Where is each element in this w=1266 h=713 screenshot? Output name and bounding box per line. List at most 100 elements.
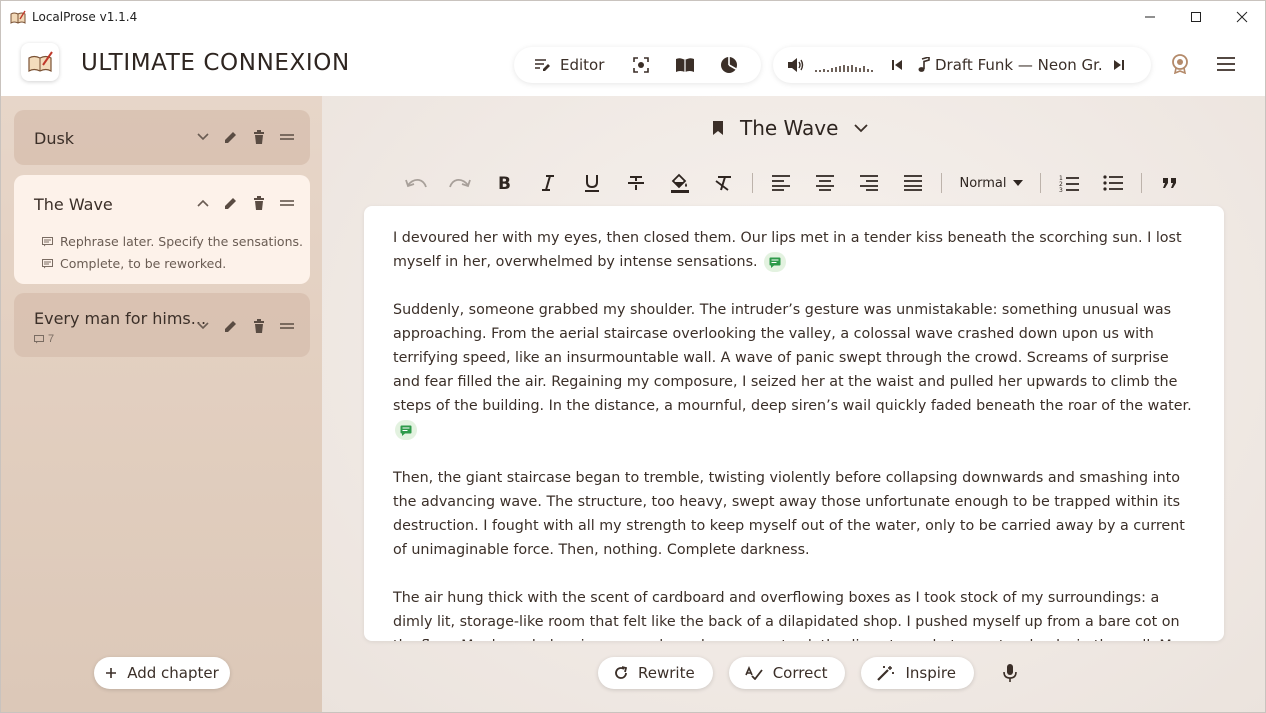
- minimize-button[interactable]: [1127, 1, 1173, 32]
- expand-chapter-button[interactable]: [194, 317, 212, 335]
- volume-button[interactable]: [787, 48, 805, 82]
- ordered-list-button[interactable]: 123: [1047, 168, 1091, 198]
- bold-icon: B: [498, 175, 511, 191]
- chevron-down-icon: [197, 133, 209, 141]
- close-button[interactable]: [1219, 1, 1265, 32]
- project-logo[interactable]: [21, 43, 59, 81]
- editor-view-label: Editor: [560, 56, 605, 74]
- comment-count-value: 7: [48, 333, 55, 345]
- rewrite-button[interactable]: Rewrite: [598, 657, 713, 689]
- collapse-chapter-button[interactable]: [194, 194, 212, 212]
- refresh-icon: [615, 666, 628, 679]
- window-title: LocalProse v1.1.4: [32, 9, 138, 24]
- paragraph[interactable]: Suddenly, someone grabbed my shoulder. T…: [393, 298, 1198, 442]
- delete-chapter-button[interactable]: [250, 317, 268, 335]
- comment-icon: [34, 334, 44, 343]
- paragraph[interactable]: I devoured her with my eyes, then closed…: [393, 226, 1198, 274]
- chevron-up-icon: [197, 199, 209, 207]
- chapter-note[interactable]: Complete, to be reworked.: [42, 256, 226, 271]
- underline-icon: [585, 175, 599, 192]
- edit-chapter-button[interactable]: [222, 128, 240, 146]
- bold-button[interactable]: B: [482, 168, 526, 198]
- magic-wand-icon: [877, 666, 895, 681]
- align-justify-button[interactable]: [891, 168, 935, 198]
- chapter-item-every-man[interactable]: Every man for hims... 7: [14, 293, 310, 357]
- add-chapter-label: Add chapter: [127, 664, 219, 682]
- chapter-item-the-wave[interactable]: The Wave Rephrase later. Specify the sen…: [14, 175, 310, 284]
- expand-chapter-button[interactable]: [194, 128, 212, 146]
- clear-format-icon: [715, 176, 731, 191]
- drag-handle[interactable]: [278, 194, 296, 212]
- chapter-title: The Wave: [34, 195, 113, 214]
- drag-handle[interactable]: [278, 128, 296, 146]
- quote-icon: [1163, 178, 1176, 188]
- chapter-sidebar: Dusk The Wave Rephrase later. Specify th…: [1, 96, 322, 712]
- title-bar: LocalProse v1.1.4: [1, 1, 1265, 32]
- delete-chapter-button[interactable]: [250, 128, 268, 146]
- clear-formatting-button[interactable]: [702, 168, 746, 198]
- editor-view-button[interactable]: Editor: [534, 47, 624, 83]
- bookmark-icon: [713, 121, 723, 135]
- align-center-button[interactable]: [803, 168, 847, 198]
- music-note-icon: [918, 57, 930, 72]
- italic-button[interactable]: [526, 168, 570, 198]
- toolbar-divider: [941, 173, 942, 193]
- close-icon: [1236, 11, 1248, 22]
- reader-view-button[interactable]: [668, 48, 702, 82]
- chapter-note[interactable]: Rephrase later. Specify the sensations.: [42, 234, 303, 249]
- paragraph-style-select[interactable]: Normal: [948, 176, 1034, 191]
- editor-content[interactable]: I devoured her with my eyes, then closed…: [393, 226, 1198, 641]
- comment-icon: [400, 425, 412, 436]
- blockquote-button[interactable]: [1148, 168, 1192, 198]
- add-chapter-button[interactable]: Add chapter: [94, 657, 230, 689]
- strikethrough-button[interactable]: [614, 168, 658, 198]
- paragraph[interactable]: Then, the giant staircase began to tremb…: [393, 466, 1198, 562]
- music-player: Draft Funk — Neon Gr...: [773, 47, 1151, 83]
- previous-track-button[interactable]: [885, 48, 909, 82]
- align-center-icon: [816, 175, 834, 191]
- text-editor[interactable]: I devoured her with my eyes, then closed…: [364, 206, 1224, 641]
- maximize-button[interactable]: [1173, 1, 1219, 32]
- audio-visualizer: [815, 58, 873, 72]
- stats-view-button[interactable]: [712, 48, 746, 82]
- redo-button[interactable]: [438, 168, 482, 198]
- comment-marker[interactable]: [764, 252, 787, 272]
- pencil-icon: [225, 321, 236, 332]
- edit-chapter-button[interactable]: [222, 194, 240, 212]
- skip-next-icon: [1114, 60, 1124, 70]
- chapter-item-dusk[interactable]: Dusk: [14, 110, 310, 165]
- formatting-toolbar: B Normal 123: [394, 168, 1192, 198]
- project-title: ULTIMATE CONNEXION: [81, 50, 350, 76]
- next-track-button[interactable]: [1107, 48, 1131, 82]
- undo-button[interactable]: [394, 168, 438, 198]
- italic-icon: [542, 175, 554, 191]
- delete-chapter-button[interactable]: [250, 194, 268, 212]
- main-menu-button[interactable]: [1212, 50, 1240, 78]
- toolbar-divider: [752, 173, 753, 193]
- note-text: Rephrase later. Specify the sensations.: [60, 234, 303, 249]
- trash-icon: [254, 196, 264, 210]
- comment-marker[interactable]: [395, 420, 417, 440]
- align-left-button[interactable]: [759, 168, 803, 198]
- pie-chart-icon: [721, 57, 738, 73]
- paragraph[interactable]: The air hung thick with the scent of car…: [393, 586, 1198, 641]
- note-text: Complete, to be reworked.: [60, 256, 227, 271]
- microphone-icon: [1003, 664, 1017, 682]
- underline-button[interactable]: [570, 168, 614, 198]
- dictation-button[interactable]: [994, 657, 1026, 689]
- highlight-color-button[interactable]: [658, 168, 702, 198]
- award-badge-icon: [1172, 54, 1188, 74]
- paragraph-style-value: Normal: [959, 175, 1007, 191]
- bullet-list-button[interactable]: [1091, 168, 1135, 198]
- correct-button[interactable]: Correct: [728, 657, 846, 689]
- inspire-button[interactable]: Inspire: [861, 657, 974, 689]
- align-right-button[interactable]: [847, 168, 891, 198]
- minimize-icon: [1145, 16, 1155, 17]
- svg-text:B: B: [498, 175, 511, 191]
- edit-chapter-button[interactable]: [222, 317, 240, 335]
- drag-handle[interactable]: [278, 317, 296, 335]
- chapter-title: Every man for hims...: [34, 309, 207, 328]
- chapter-heading[interactable]: The Wave: [712, 116, 869, 140]
- focus-view-button[interactable]: [624, 48, 658, 82]
- achievements-button[interactable]: [1166, 50, 1194, 78]
